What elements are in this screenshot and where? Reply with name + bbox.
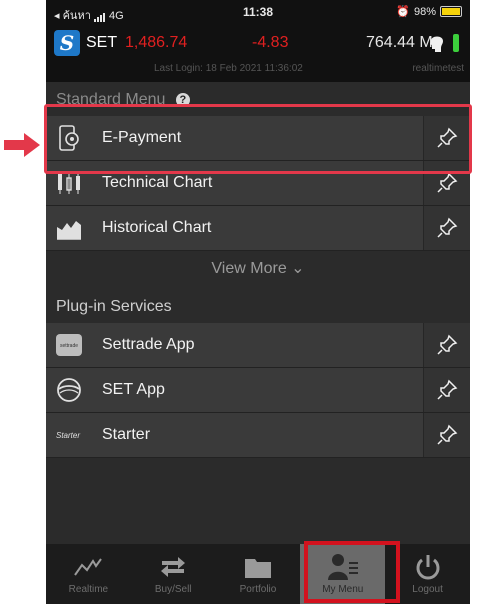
battery-percent: 98% [413, 5, 436, 18]
menu-item-label: Technical Chart [102, 174, 213, 191]
index-volume: 764.44 M [366, 34, 433, 51]
pin-icon [437, 379, 458, 400]
e-payment-highlight-box [44, 104, 472, 174]
menu-item-label: Starter [102, 426, 151, 443]
starter-icon-text: Starter [56, 431, 80, 440]
menu-item-starter[interactable]: Starter Starter [46, 413, 470, 458]
last-login: Last Login: 18 Feb 2021 11:36:02 [154, 63, 303, 74]
header-icons [426, 32, 460, 54]
pin-button[interactable] [423, 323, 470, 367]
tab-realtime[interactable]: Realtime [46, 544, 131, 604]
menu-item-label: Historical Chart [102, 219, 212, 236]
set-app-icon [57, 378, 81, 402]
tab-buy-sell[interactable]: Buy/Sell [131, 544, 216, 604]
plugin-services-label: Plug-in Services [56, 298, 172, 315]
menu-item-label: Settrade App [102, 336, 195, 353]
pin-icon [437, 334, 458, 355]
pin-icon [437, 172, 458, 193]
tab-portfolio[interactable]: Portfolio [216, 544, 301, 604]
pin-button[interactable] [423, 413, 470, 457]
my-menu-highlight-box [304, 541, 400, 603]
settrade-app-icon-text: settrade [60, 343, 78, 349]
tab-label: Portfolio [239, 584, 277, 595]
tab-label: Realtime [68, 584, 109, 595]
menu-item-set-app[interactable]: SET App [46, 368, 470, 413]
index-value: 1,486.74 [125, 34, 188, 51]
status-bar: ◂ ค้นหา 4G 11:38 ⏰ 98% [46, 0, 470, 24]
phone-screen: ◂ ค้นหา 4G 11:38 ⏰ 98% S SET 1,486.74 -4… [46, 0, 470, 604]
pin-icon [437, 424, 458, 445]
mode-label: realtimetest [412, 63, 464, 74]
app-header: S SET 1,486.74 -4.83 764.44 M Last Login… [46, 24, 470, 82]
starter-icon: Starter [56, 431, 80, 440]
settrade-app-icon: settrade [56, 334, 82, 356]
historical-chart-icon [57, 221, 81, 240]
alarm-icon: ⏰ [396, 6, 410, 18]
menu-item-settrade-app[interactable]: settrade Settrade App [46, 323, 470, 368]
plugin-services-title: Plug-in Services [46, 289, 470, 323]
pin-button[interactable] [423, 368, 470, 412]
menu-item-label: SET App [102, 381, 165, 398]
tab-label: Buy/Sell [154, 584, 192, 595]
brain-icon[interactable] [426, 32, 448, 54]
settrade-logo-icon: S [54, 30, 80, 56]
bottom-tab-bar: Realtime Buy/Sell Portfolio My Menu Logo… [46, 544, 470, 604]
pin-icon [437, 217, 458, 238]
logout-icon [416, 555, 440, 580]
view-more-button[interactable]: View More ⌄ [46, 251, 470, 289]
realtime-icon [74, 558, 103, 576]
connection-status-icon [453, 34, 459, 52]
index-change: -4.83 [252, 34, 289, 51]
battery-icon [440, 6, 462, 17]
pin-button[interactable] [423, 206, 470, 250]
pointer-arrow-icon [4, 133, 40, 157]
buy-sell-icon [161, 557, 186, 577]
status-right: ⏰ 98% [396, 5, 462, 18]
portfolio-icon [244, 559, 271, 578]
index-name[interactable]: SET [86, 34, 117, 52]
menu-item-historical-chart[interactable]: Historical Chart [46, 206, 470, 251]
